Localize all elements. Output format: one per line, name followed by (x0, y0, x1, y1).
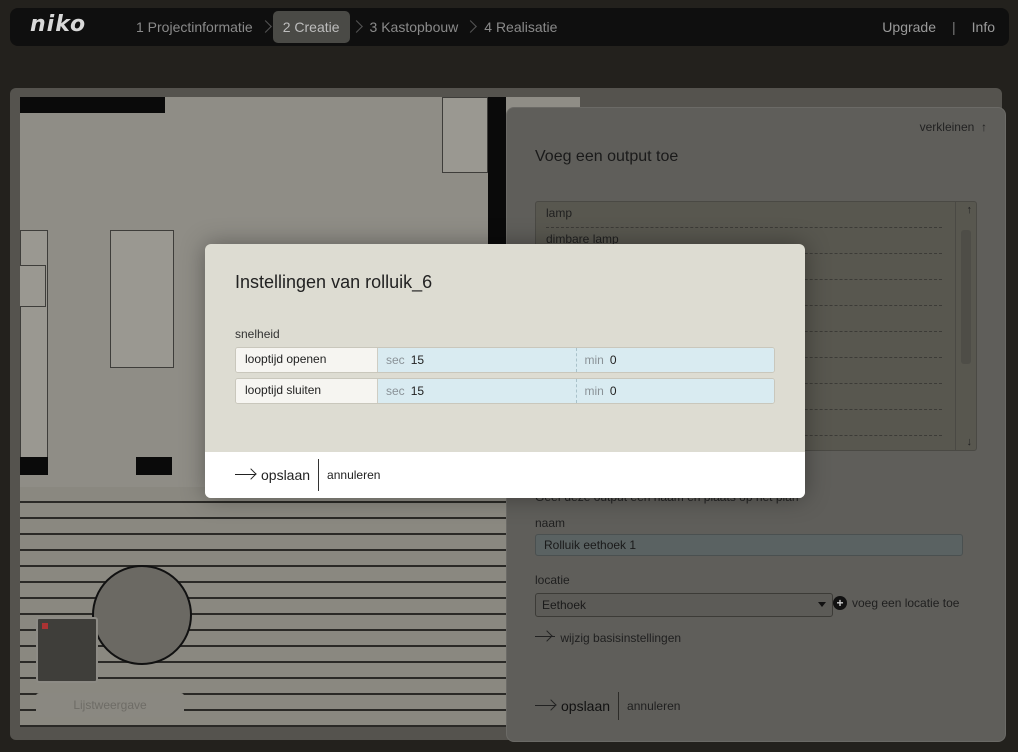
step-kastopbouw[interactable]: 3 Kastopbouw (364, 11, 465, 43)
upgrade-link[interactable]: Upgrade (882, 19, 936, 35)
output-item[interactable]: lamp (546, 202, 942, 228)
edit-basic-settings-label: wijzig basisinstellingen (560, 631, 682, 645)
list-scrollbar[interactable]: ↑ ↓ (955, 202, 976, 450)
panel-actions: opslaan annuleren (535, 692, 680, 720)
arrow-right-icon (535, 632, 555, 642)
nav-right-links: Upgrade | Info (882, 8, 995, 46)
panel-save-label: opslaan (561, 698, 611, 714)
close-minutes-input[interactable]: min 0 (575, 379, 774, 403)
location-selected-value: Eethoek (542, 598, 587, 612)
plus-circle-icon: + (833, 596, 847, 610)
modal-footer: opslaan annuleren (205, 452, 805, 498)
chevron-right-icon (350, 11, 364, 43)
seconds-unit: sec (386, 353, 405, 367)
arrow-right-icon (235, 470, 257, 480)
close-minutes-value: 0 (609, 384, 617, 398)
kitchen-island (110, 230, 174, 368)
round-table (92, 565, 192, 665)
speed-section-label: snelheid (235, 327, 280, 341)
name-label: naam (535, 516, 566, 530)
arrow-right-icon (535, 701, 557, 711)
wall (20, 457, 48, 475)
niko-logo[interactable]: niko (30, 12, 86, 37)
add-location-button[interactable]: + voeg een locatie toe (833, 596, 959, 610)
location-select[interactable]: Eethoek (535, 593, 833, 617)
chevron-down-icon (818, 602, 826, 607)
arrow-up-icon: ↑ (977, 120, 987, 134)
wall (20, 97, 165, 113)
chevron-right-icon (464, 11, 478, 43)
location-label: locatie (535, 573, 570, 587)
collapse-label: verkleinen (919, 120, 975, 134)
modal-save-label: opslaan (261, 467, 311, 483)
edit-basic-settings-link[interactable]: wijzig basisinstellingen (535, 631, 681, 645)
open-seconds-value: 15 (410, 353, 425, 367)
close-seconds-value: 15 (410, 384, 425, 398)
seconds-unit: sec (386, 384, 405, 398)
open-minutes-input[interactable]: min 0 (575, 348, 774, 372)
modal-cancel-button[interactable]: annuleren (327, 468, 380, 482)
add-location-label: voeg een locatie toe (852, 596, 960, 610)
minutes-unit: min (584, 384, 604, 398)
panel-cancel-button[interactable]: annuleren (619, 699, 680, 713)
step-realisatie[interactable]: 4 Realisatie (478, 11, 563, 43)
settings-modal: Instellingen van rolluik_6 snelheid loop… (205, 244, 805, 498)
nav-separator: | (952, 19, 956, 35)
close-duration-row: looptijd sluiten sec 15 min 0 (235, 378, 775, 404)
step-creatie[interactable]: 2 Creatie (272, 11, 350, 43)
open-minutes-value: 0 (609, 353, 617, 367)
minutes-unit: min (584, 353, 604, 367)
step-projectinformatie[interactable]: 1 Projectinformatie (130, 11, 259, 43)
wall (136, 457, 172, 475)
scroll-up-icon[interactable]: ↑ (967, 204, 973, 216)
chevron-right-icon (259, 11, 273, 43)
collapse-panel-button[interactable]: verkleinen ↑ (920, 120, 987, 134)
panel-title: Voeg een output toe (535, 148, 679, 165)
open-seconds-input[interactable]: sec 15 (378, 348, 576, 372)
step-navigation: 1 Projectinformatie 2 Creatie 3 Kastopbo… (130, 11, 563, 43)
panel-save-button[interactable]: opslaan (535, 692, 620, 720)
list-view-button[interactable]: Lijstweergave (36, 693, 184, 717)
close-duration-label: looptijd sluiten (236, 379, 378, 403)
cooktop (20, 265, 46, 307)
cabinet (442, 97, 488, 173)
open-duration-row: looptijd openen sec 15 min 0 (235, 347, 775, 373)
top-navigation-bar: niko 1 Projectinformatie 2 Creatie 3 Kas… (10, 8, 1009, 46)
minimap-thumbnail[interactable] (36, 617, 98, 683)
scroll-down-icon[interactable]: ↓ (967, 436, 973, 448)
close-seconds-input[interactable]: sec 15 (378, 379, 576, 403)
minimap-marker (42, 623, 48, 629)
modal-save-button[interactable]: opslaan (235, 459, 320, 491)
name-input[interactable]: Rolluik eethoek 1 (535, 534, 963, 556)
modal-title: Instellingen van rolluik_6 (235, 272, 433, 292)
open-duration-label: looptijd openen (236, 348, 378, 372)
info-link[interactable]: Info (972, 19, 995, 35)
scrollbar-thumb[interactable] (961, 230, 971, 364)
